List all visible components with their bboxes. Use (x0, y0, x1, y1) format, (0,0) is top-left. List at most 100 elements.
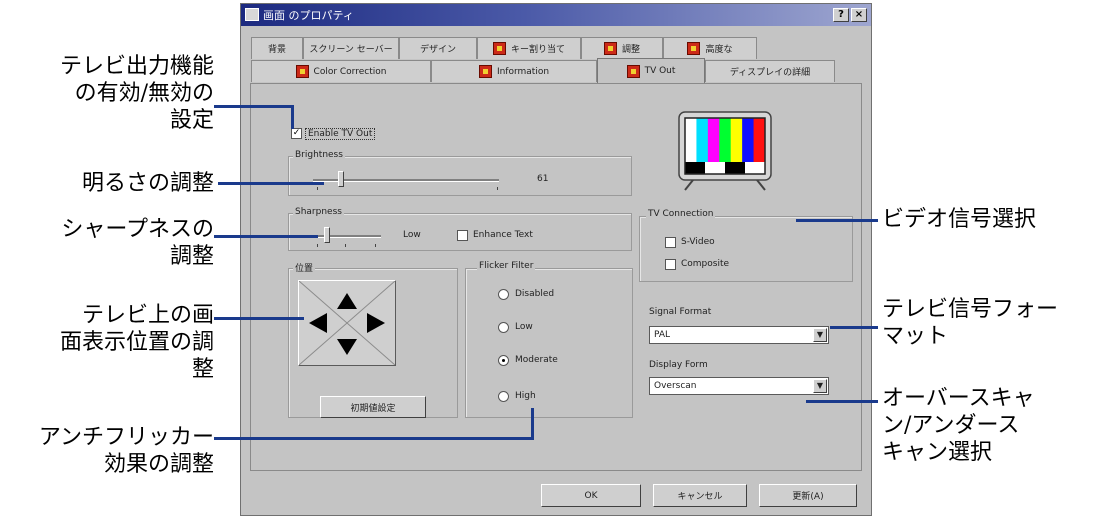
tab-label: 調整 (621, 45, 640, 55)
apply-button[interactable]: 更新(A) (759, 484, 857, 507)
callout-line (806, 400, 878, 403)
signal-format-label: Signal Format (649, 307, 712, 317)
flicker-filter-label: Flicker Filter (477, 261, 536, 271)
dropdown-arrow-icon[interactable]: ▼ (813, 379, 827, 393)
ok-button[interactable]: OK (541, 484, 641, 507)
tab-adjust[interactable]: 調整 (581, 37, 663, 59)
callout-line-text: テレビ出力機能 (59, 54, 214, 79)
flicker-low-radio[interactable] (498, 322, 509, 333)
arrow-down-icon[interactable] (337, 339, 357, 355)
close-button[interactable]: × (851, 8, 867, 22)
arrow-up-icon[interactable] (337, 293, 357, 309)
tab-background[interactable]: 背景 (251, 37, 303, 59)
flicker-disabled-radio[interactable] (498, 289, 509, 300)
enable-tv-out-checkbox[interactable]: ✓ (291, 128, 302, 139)
tab-label: スクリーン セーバー (309, 45, 393, 55)
tab-color-correction[interactable]: Color Correction (251, 60, 431, 82)
brightness-label: Brightness (293, 150, 345, 160)
flicker-option-label: High (515, 391, 536, 401)
tv-connection-label: TV Connection (646, 209, 716, 219)
tab-advanced[interactable]: 高度な (663, 37, 757, 59)
callout-line-text: 明るさの調整 (81, 171, 214, 196)
s-video-checkbox[interactable] (665, 237, 676, 248)
callout-position: テレビ上の画 面表示位置の調 整 (60, 302, 214, 383)
tv-color-bar (685, 118, 697, 162)
flicker-moderate-radio[interactable] (498, 355, 509, 366)
settings-icon (295, 65, 309, 78)
tv-color-bar (753, 118, 766, 162)
flicker-option-label: Low (515, 322, 533, 332)
callout-line-text: アンチフリッカー (38, 425, 214, 450)
tab-label: Color Correction (313, 66, 387, 77)
signal-format-select[interactable]: PAL ▼ (649, 326, 829, 344)
callout-line-text: 効果の調整 (103, 452, 214, 477)
tv-color-bar (730, 118, 743, 162)
settings-icon (603, 42, 617, 55)
tab-key-assign[interactable]: キー割り当て (477, 37, 581, 59)
tick (497, 187, 498, 190)
callout-line (531, 408, 534, 440)
callout-antiflicker: アンチフリッカー 効果の調整 (39, 424, 214, 478)
callout-overscan: オーバースキャ ン/アンダース キャン選択 (882, 385, 1035, 466)
tab-design[interactable]: デザイン (399, 37, 477, 59)
title-bar[interactable]: 画面 のプロパティ ? × (241, 4, 871, 26)
cancel-button[interactable]: キャンセル (653, 484, 747, 507)
tab-label: 高度な (705, 45, 733, 55)
tick (345, 244, 346, 247)
help-button[interactable]: ? (833, 8, 849, 22)
brightness-value: 61 (537, 174, 549, 184)
tv-pattern-block (705, 162, 726, 174)
dropdown-arrow-icon[interactable]: ▼ (813, 328, 827, 342)
callout-line-text: の有効/無効の (74, 81, 214, 106)
tab-label: ディスプレイの詳細 (729, 68, 811, 78)
tab-information[interactable]: Information (431, 60, 597, 82)
display-form-select[interactable]: Overscan ▼ (649, 377, 829, 395)
callout-line-text: マット (882, 324, 949, 349)
callout-line (830, 326, 878, 329)
callout-line-text: キャン選択 (882, 440, 993, 465)
callout-tv-signal-format: テレビ信号フォー マット (882, 296, 1058, 350)
callout-line (214, 437, 534, 440)
composite-checkbox[interactable] (665, 259, 676, 270)
tab-label: TV Out (644, 66, 676, 76)
callout-line-text: 調整 (169, 244, 214, 269)
sharpness-slider[interactable] (323, 227, 330, 243)
arrow-left-icon[interactable] (309, 313, 327, 333)
callout-line-text: ビデオ信号選択 (882, 207, 1037, 232)
brightness-slider[interactable] (337, 171, 344, 187)
callout-line (214, 235, 318, 238)
tv-color-bar (742, 118, 755, 162)
tab-display-details[interactable]: ディスプレイの詳細 (705, 60, 835, 82)
enhance-text-label: Enhance Text (473, 230, 533, 240)
callout-line-text: 面表示位置の調 (59, 330, 214, 355)
flicker-option-label: Disabled (515, 289, 555, 299)
tv-pattern-block (745, 162, 766, 174)
tab-tv-out[interactable]: TV Out (597, 58, 705, 83)
window-title: 画面 のプロパティ (263, 9, 354, 22)
settings-icon (626, 64, 640, 78)
settings-icon (492, 42, 506, 55)
reset-position-button[interactable]: 初期値設定 (320, 396, 426, 418)
arrow-right-icon[interactable] (367, 313, 385, 333)
tv-color-bar (707, 118, 720, 162)
tv-test-pattern-image (671, 110, 779, 192)
tab-label: デザイン (419, 45, 456, 55)
sharpness-value: Low (403, 230, 421, 240)
flicker-option-label: Moderate (515, 355, 558, 365)
settings-icon (478, 65, 492, 78)
tv-connection-group (639, 216, 853, 282)
callout-line-text: 整 (191, 357, 214, 382)
tick (317, 244, 318, 247)
callout-line-text: ン/アンダース (882, 413, 1020, 438)
enable-tv-out-label: Enable TV Out (305, 128, 376, 140)
tv-pattern-block (725, 162, 746, 174)
tab-label: キー割り当て (510, 45, 565, 55)
tab-screensaver[interactable]: スクリーン セーバー (303, 37, 399, 59)
flicker-high-radio[interactable] (498, 391, 509, 402)
callout-line (214, 105, 294, 108)
enhance-text-checkbox[interactable] (457, 230, 468, 241)
s-video-label: S-Video (681, 237, 715, 247)
tab-label: Information (496, 66, 550, 77)
callout-line-text: シャープネスの (61, 217, 214, 242)
position-label: 位置 (293, 261, 316, 274)
